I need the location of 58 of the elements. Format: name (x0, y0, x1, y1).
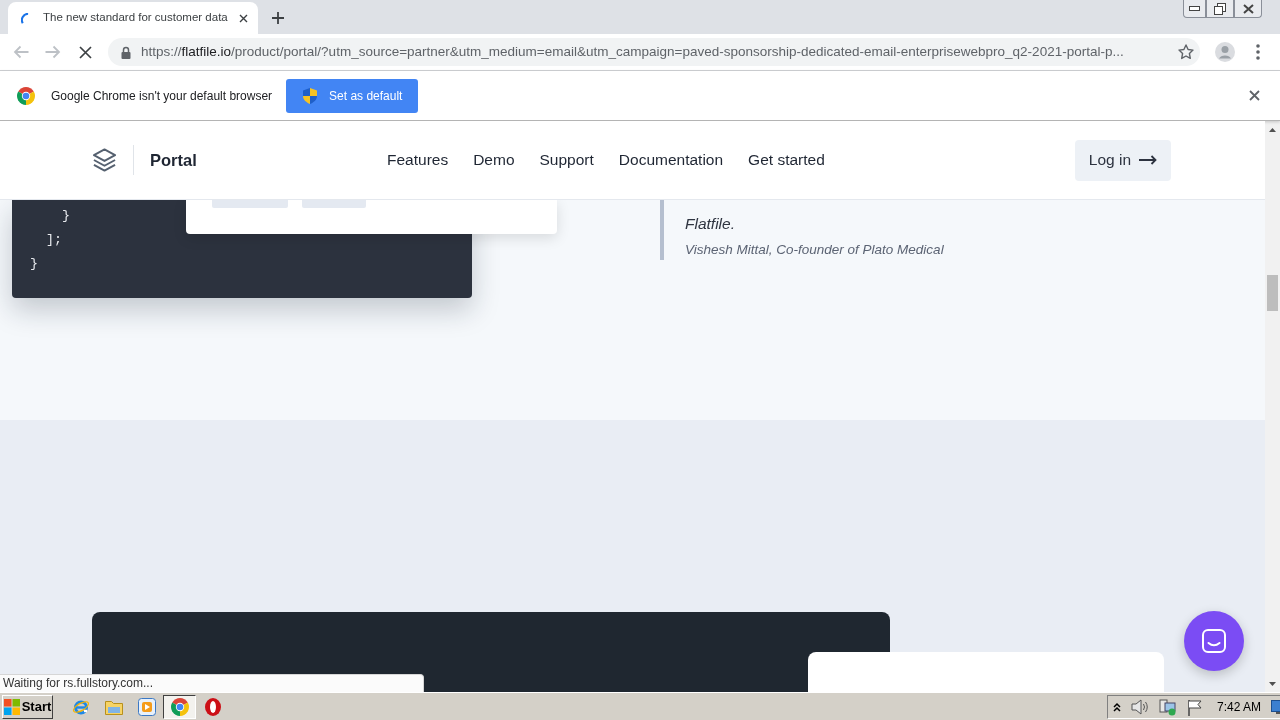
four-pane-logo-icon (3, 699, 20, 715)
layers-logo-icon[interactable] (92, 148, 117, 172)
close-icon (1248, 90, 1260, 101)
e-logo-icon (71, 698, 90, 716)
browser-logo-icon (170, 698, 189, 716)
flag-icon[interactable] (1187, 698, 1203, 716)
nav-link[interactable]: Demo (473, 148, 515, 172)
quote-attribution: Vishesh Mittal, Co-founder of Plato Medical (685, 241, 944, 259)
browser-logo-icon (17, 86, 35, 105)
scrollbar-thumb[interactable] (1267, 275, 1278, 311)
brand-name[interactable]: Portal (150, 147, 197, 173)
url-text: https://flatfile.io/product/portal/?utm_source=partner&utm_medium=email&utm_campaign=paved-sponsorship-dedicated-email-enterprisewebpro_q2-2021-portal-p... (141, 42, 1124, 61)
loading-spinner-icon (21, 12, 29, 24)
close-icon (1242, 3, 1254, 14)
lock-icon (121, 45, 131, 59)
avatar-icon (1215, 42, 1235, 62)
star-icon (1178, 44, 1194, 60)
caret-down-icon (1269, 681, 1276, 686)
nav-link[interactable]: Support (539, 148, 594, 172)
browser-tab[interactable]: The new standard for customer data (8, 2, 258, 34)
x-icon (78, 45, 92, 59)
code-line: } (61, 207, 70, 225)
caret-up-icon (1269, 127, 1276, 132)
window-close-button[interactable] (1234, 0, 1262, 18)
nav-link[interactable]: Features (387, 148, 449, 172)
set-default-button[interactable]: Set as default (286, 78, 419, 113)
more-icon (1256, 44, 1260, 60)
code-line: } (30, 255, 38, 273)
play-icon (137, 698, 156, 716)
arrow-right-icon (1139, 155, 1157, 165)
taskbar-app-button[interactable] (163, 695, 196, 719)
nav-link[interactable]: Documentation (618, 148, 724, 172)
quote-text: Flatfile. (685, 214, 736, 234)
nav-link[interactable]: Get started (748, 148, 825, 172)
speaker-icon[interactable] (1131, 699, 1149, 715)
status-text: Waiting for rs.fullstory.com... (0, 674, 424, 692)
chevron-up-icon[interactable] (1113, 702, 1121, 712)
close-icon (238, 13, 248, 23)
ring-logo-icon (204, 698, 221, 716)
shield-icon (303, 87, 318, 104)
address-bar[interactable]: https://flatfile.io/product/portal/?utm_source=partner&utm_medium=email&utm_campaign=paved-sponsorship-dedicated-email-enterprisewebpro_q2-2021-portal-p... (108, 38, 1200, 66)
login-button[interactable]: Log in (1074, 139, 1171, 181)
start-button[interactable]: Start (2, 695, 53, 719)
minimize-button[interactable] (1183, 0, 1206, 18)
scrollbar[interactable] (1265, 121, 1280, 692)
code-line: ]; (45, 231, 62, 249)
arrow-right-icon (45, 45, 61, 59)
folder-icon (104, 699, 123, 715)
clock-text: 7:42 AM (1217, 699, 1262, 716)
infobar-message: Google Chrome isn't your default browser (51, 87, 273, 105)
plus-icon (272, 12, 284, 24)
close-button[interactable] (1247, 88, 1261, 103)
arrow-left-icon (13, 45, 29, 59)
network-icon[interactable] (1159, 698, 1177, 716)
restore-button[interactable] (1206, 0, 1234, 18)
restore-icon (1214, 2, 1226, 15)
minimize-icon (1189, 6, 1200, 11)
chat-smile-icon (1202, 629, 1226, 653)
